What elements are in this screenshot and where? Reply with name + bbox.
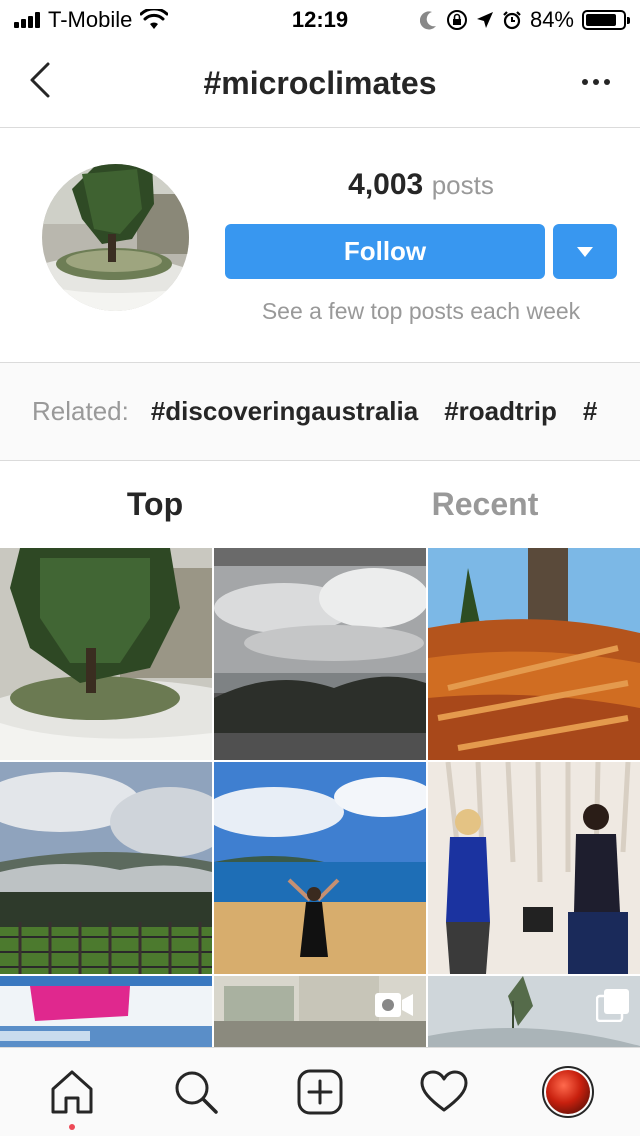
grid-post[interactable] bbox=[428, 762, 640, 974]
tab-top[interactable]: Top bbox=[0, 461, 330, 547]
tab-recent[interactable]: Recent bbox=[330, 461, 640, 547]
orientation-lock-icon bbox=[446, 10, 467, 30]
bottom-tab-bar bbox=[0, 1047, 640, 1136]
posts-label: posts bbox=[431, 170, 494, 200]
grid-post[interactable] bbox=[0, 548, 212, 760]
nav-bar: #microclimates bbox=[0, 40, 640, 128]
related-tag[interactable]: #discoveringaustralia bbox=[151, 396, 418, 427]
alarm-icon bbox=[503, 11, 521, 30]
related-hashtags: Related: #discoveringaustralia #roadtrip… bbox=[0, 363, 640, 461]
profile-icon[interactable] bbox=[538, 1062, 598, 1122]
page-title: #microclimates bbox=[203, 65, 437, 101]
search-icon[interactable] bbox=[166, 1062, 226, 1122]
caret-down-icon bbox=[577, 246, 593, 257]
related-tag[interactable]: # bbox=[583, 396, 597, 427]
moon-icon bbox=[419, 11, 436, 30]
feed-tabs: Top Recent bbox=[0, 461, 640, 547]
activity-heart-icon[interactable] bbox=[414, 1062, 474, 1122]
carrier-label: T-Mobile bbox=[48, 7, 133, 32]
grid-post[interactable] bbox=[214, 762, 426, 974]
battery-percent: 84% bbox=[529, 7, 574, 32]
follow-dropdown-button[interactable] bbox=[553, 224, 617, 279]
hashtag-avatar bbox=[42, 164, 189, 311]
posts-count-line: 4,003 posts bbox=[225, 168, 617, 202]
profile-avatar bbox=[542, 1066, 594, 1118]
battery-icon bbox=[582, 10, 630, 30]
grid-post[interactable] bbox=[0, 976, 212, 1048]
notification-dot bbox=[69, 1124, 75, 1130]
follow-button[interactable]: Follow bbox=[225, 224, 545, 279]
related-label: Related: bbox=[32, 396, 129, 426]
grid-post[interactable] bbox=[428, 548, 640, 760]
related-tag[interactable]: #roadtrip bbox=[444, 396, 557, 427]
wifi-icon bbox=[140, 9, 169, 29]
status-bar: T-Mobile 12:19 84% bbox=[0, 0, 640, 40]
follow-subtext: See a few top posts each week bbox=[261, 298, 581, 324]
location-icon bbox=[476, 12, 493, 28]
video-icon bbox=[375, 993, 413, 1017]
home-icon[interactable] bbox=[42, 1062, 102, 1130]
grid-post[interactable] bbox=[0, 762, 212, 974]
hashtag-header: 4,003 posts Follow See a few top posts e… bbox=[0, 128, 640, 363]
signal-icon bbox=[14, 12, 40, 28]
grid-post[interactable] bbox=[214, 976, 426, 1048]
post-grid bbox=[0, 548, 640, 1048]
posts-count: 4,003 bbox=[348, 168, 424, 201]
grid-post[interactable] bbox=[428, 976, 640, 1048]
new-post-icon[interactable] bbox=[290, 1062, 350, 1122]
multiple-posts-icon bbox=[596, 989, 629, 1022]
chevron-left-icon[interactable] bbox=[20, 58, 64, 102]
more-options-icon[interactable] bbox=[574, 60, 618, 104]
grid-post[interactable] bbox=[214, 548, 426, 760]
